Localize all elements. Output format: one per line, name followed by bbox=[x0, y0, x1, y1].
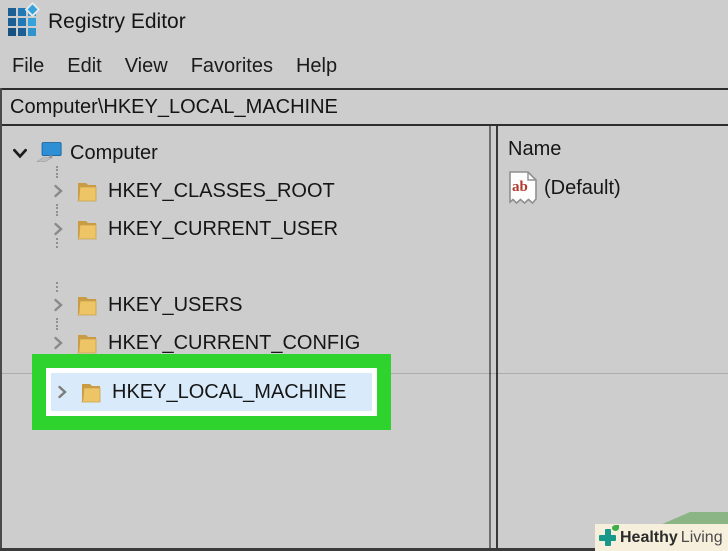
chevron-right-icon[interactable] bbox=[48, 220, 68, 238]
address-bar[interactable]: Computer\HKEY_LOCAL_MACHINE bbox=[0, 88, 728, 126]
tree-guide-dots bbox=[56, 204, 58, 216]
tree-label: HKEY_CURRENT_CONFIG bbox=[108, 331, 361, 354]
tree-row-hkey-users[interactable]: HKEY_USERS bbox=[0, 286, 489, 324]
plus-leaf-icon bbox=[598, 524, 619, 548]
folder-icon bbox=[78, 380, 104, 404]
tree-label-selected: HKEY_LOCAL_MACHINE bbox=[112, 380, 347, 403]
tree-guide-dots bbox=[56, 238, 58, 248]
string-ab-icon: ab bbox=[508, 170, 540, 206]
folder-icon bbox=[74, 217, 100, 241]
column-header-name[interactable]: Name bbox=[508, 134, 728, 164]
menu-favorites[interactable]: Favorites bbox=[191, 55, 273, 78]
registry-tree-pane: Computer HKEY_CLASSES_ROOT HKEY_CURRENT_… bbox=[0, 126, 489, 551]
tree-guide-dots bbox=[56, 166, 58, 178]
menu-bar: File Edit View Favorites Help bbox=[0, 44, 728, 88]
pane-container: Computer HKEY_CLASSES_ROOT HKEY_CURRENT_… bbox=[0, 126, 728, 551]
chevron-right-icon[interactable] bbox=[48, 334, 68, 352]
chevron-right-icon[interactable] bbox=[52, 383, 72, 401]
folder-icon bbox=[74, 293, 100, 317]
registry-tree: Computer HKEY_CLASSES_ROOT HKEY_CURRENT_… bbox=[0, 126, 489, 362]
menu-file[interactable]: File bbox=[12, 55, 44, 78]
tree-label: Computer bbox=[70, 141, 158, 164]
registry-editor-window: Registry Editor File Edit View Favorites… bbox=[0, 0, 728, 551]
tree-row-hkey-local-machine-slot bbox=[0, 248, 489, 286]
tree-guide-dots bbox=[56, 282, 58, 292]
svg-text:ab: ab bbox=[512, 179, 528, 195]
tree-row-hkey-local-machine[interactable]: HKEY_LOCAL_MACHINE bbox=[51, 373, 372, 411]
menu-edit[interactable]: Edit bbox=[67, 55, 101, 78]
menu-view[interactable]: View bbox=[125, 55, 168, 78]
pane-splitter[interactable] bbox=[489, 126, 498, 551]
chevron-right-icon[interactable] bbox=[48, 182, 68, 200]
watermark-bar: Healthy Living bbox=[595, 524, 728, 551]
window-left-border bbox=[0, 88, 2, 551]
chevron-down-icon[interactable] bbox=[10, 144, 30, 162]
selection-outline: HKEY_LOCAL_MACHINE bbox=[46, 368, 377, 416]
computer-icon bbox=[36, 140, 62, 166]
watermark-brand-regular: Living bbox=[680, 528, 723, 546]
chevron-right-icon[interactable] bbox=[48, 296, 68, 314]
tree-row-hkey-classes-root[interactable]: HKEY_CLASSES_ROOT bbox=[0, 172, 489, 210]
tree-guide-dots bbox=[56, 318, 58, 330]
value-row-default[interactable]: ab (Default) bbox=[508, 170, 728, 206]
tree-row-hkey-current-user[interactable]: HKEY_CURRENT_USER bbox=[0, 210, 489, 248]
watermark-brand-bold: Healthy bbox=[620, 528, 678, 546]
menu-help[interactable]: Help bbox=[296, 55, 337, 78]
regedit-app-icon bbox=[8, 1, 41, 36]
healthy-living-watermark: Healthy Living bbox=[595, 512, 728, 551]
values-pane: Name ab (Default) bbox=[498, 126, 728, 551]
green-highlight-box: HKEY_LOCAL_MACHINE bbox=[32, 354, 391, 430]
tree-label: HKEY_CURRENT_USER bbox=[108, 217, 339, 240]
folder-icon bbox=[74, 331, 100, 355]
address-path: Computer\HKEY_LOCAL_MACHINE bbox=[10, 95, 338, 118]
folder-icon bbox=[74, 179, 100, 203]
tree-label: HKEY_USERS bbox=[108, 293, 243, 316]
window-title: Registry Editor bbox=[48, 10, 186, 33]
value-name: (Default) bbox=[544, 176, 621, 199]
tree-label: HKEY_CLASSES_ROOT bbox=[108, 179, 335, 202]
tree-row-computer[interactable]: Computer bbox=[0, 134, 489, 172]
title-bar: Registry Editor bbox=[0, 0, 728, 44]
